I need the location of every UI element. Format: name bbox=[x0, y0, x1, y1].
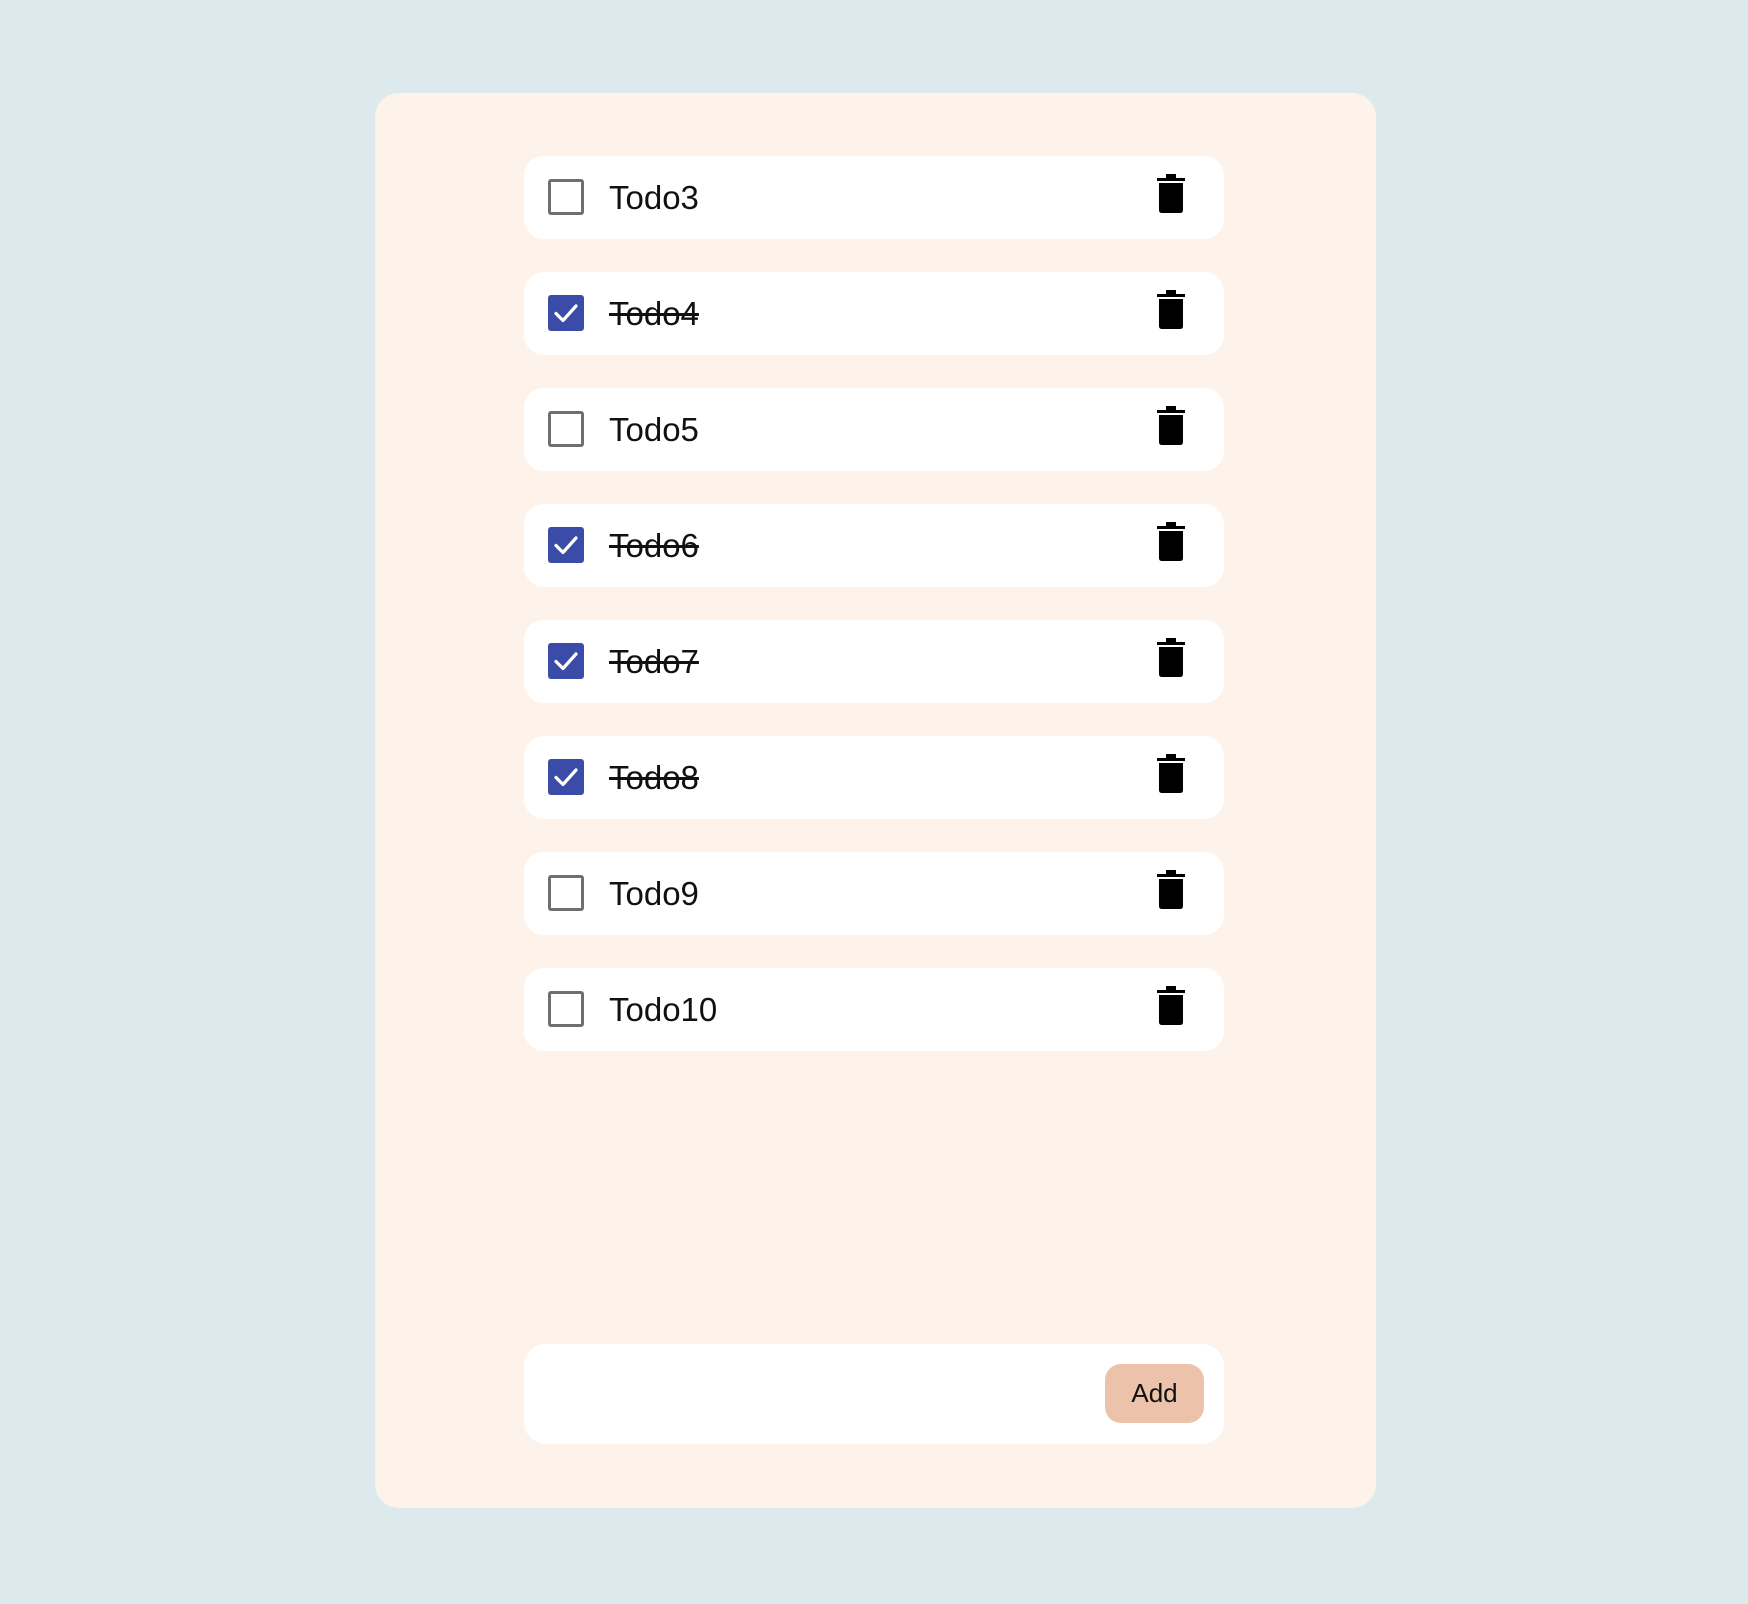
todo-label: Todo3 bbox=[609, 179, 699, 216]
todo-checkbox[interactable] bbox=[548, 875, 584, 911]
trash-icon[interactable] bbox=[1156, 522, 1186, 562]
todo-list: Todo3 Todo4 Todo5 Todo6 Todo7 Todo8 Todo… bbox=[524, 156, 1224, 1084]
trash-icon[interactable] bbox=[1156, 638, 1186, 678]
checkmark-icon bbox=[554, 768, 578, 787]
todo-checkbox[interactable] bbox=[548, 759, 584, 795]
todo-item: Todo7 bbox=[524, 620, 1224, 703]
todo-label: Todo9 bbox=[609, 875, 699, 912]
trash-icon[interactable] bbox=[1156, 754, 1186, 794]
todo-label: Todo10 bbox=[609, 991, 718, 1028]
todo-label: Todo5 bbox=[609, 411, 699, 448]
add-todo-form: Add bbox=[524, 1344, 1224, 1444]
todo-item: Todo4 bbox=[524, 272, 1224, 355]
todo-item: Todo6 bbox=[524, 504, 1224, 587]
trash-icon[interactable] bbox=[1156, 986, 1186, 1026]
new-todo-input[interactable] bbox=[544, 1362, 1198, 1426]
todo-checkbox[interactable] bbox=[548, 991, 584, 1027]
trash-icon[interactable] bbox=[1156, 406, 1186, 446]
todo-checkbox[interactable] bbox=[548, 643, 584, 679]
trash-icon[interactable] bbox=[1156, 174, 1186, 214]
todo-item: Todo8 bbox=[524, 736, 1224, 819]
checkmark-icon bbox=[554, 536, 578, 555]
todo-item: Todo10 bbox=[524, 968, 1224, 1051]
add-button[interactable]: Add bbox=[1105, 1364, 1204, 1423]
todo-checkbox[interactable] bbox=[548, 179, 584, 215]
todo-label: Todo8 bbox=[609, 759, 699, 796]
trash-icon[interactable] bbox=[1156, 290, 1186, 330]
checkmark-icon bbox=[554, 652, 578, 671]
todo-checkbox[interactable] bbox=[548, 295, 584, 331]
trash-icon[interactable] bbox=[1156, 870, 1186, 910]
todo-label: Todo7 bbox=[609, 643, 699, 680]
todo-card: Todo3 Todo4 Todo5 Todo6 Todo7 Todo8 Todo… bbox=[375, 93, 1376, 1508]
todo-item: Todo5 bbox=[524, 388, 1224, 471]
todo-checkbox[interactable] bbox=[548, 527, 584, 563]
todo-checkbox[interactable] bbox=[548, 411, 584, 447]
todo-item: Todo3 bbox=[524, 156, 1224, 239]
checkmark-icon bbox=[554, 304, 578, 323]
todo-item: Todo9 bbox=[524, 852, 1224, 935]
todo-label: Todo4 bbox=[609, 295, 699, 332]
todo-label: Todo6 bbox=[609, 527, 699, 564]
